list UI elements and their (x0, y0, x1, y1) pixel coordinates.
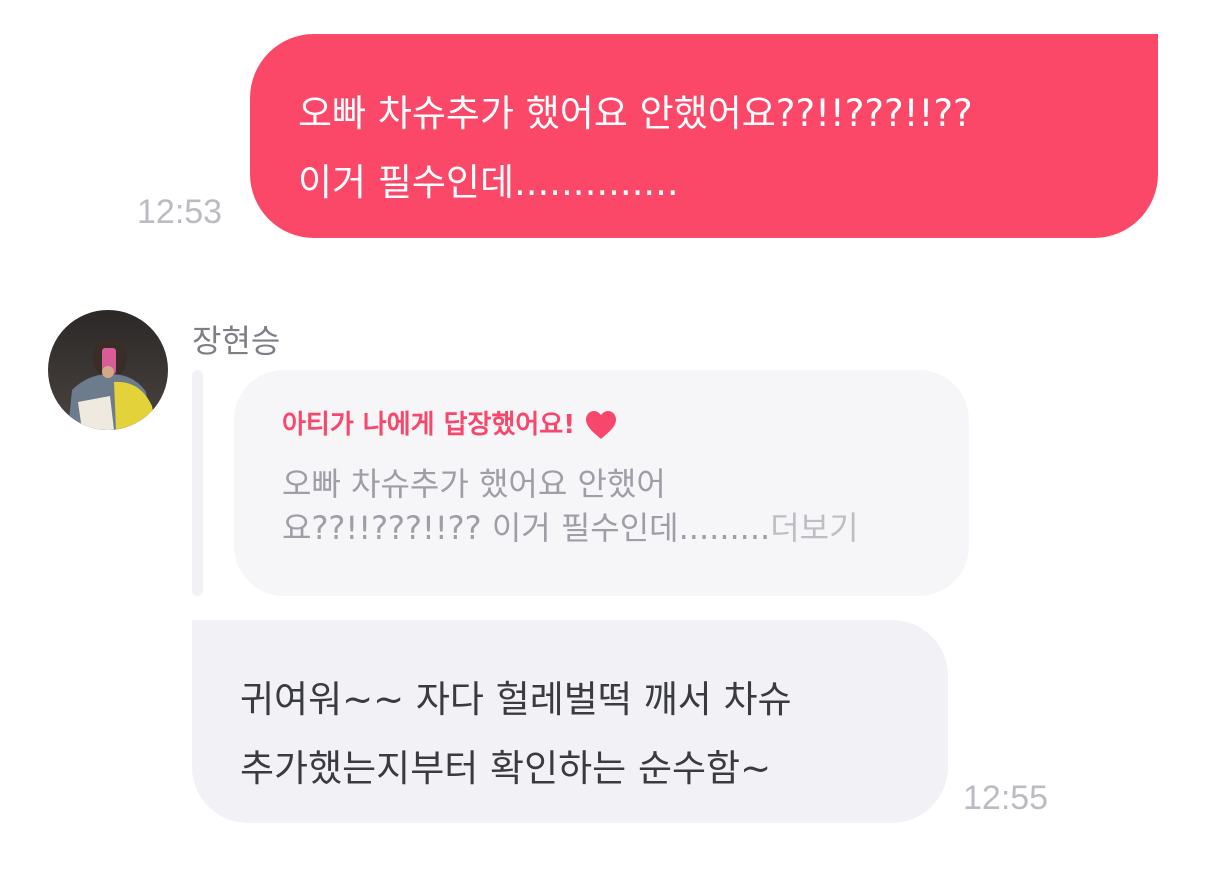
incoming-message-time: 12:55 (963, 779, 1049, 817)
reply-preview-line: 요??!!???!!?? 이거 필수인데.........더보기 (282, 506, 939, 550)
reply-card-header: 아티가 나에게 답장했어요! (282, 408, 939, 442)
reply-preview: 오빠 차슈추가 했어요 안했어 요??!!???!!?? 이거 필수인데....… (282, 462, 939, 550)
reply-preview-line: 오빠 차슈추가 했어요 안했어 (282, 465, 666, 503)
see-more-link[interactable]: 더보기 (770, 509, 858, 547)
outgoing-message-time: 12:53 (137, 193, 223, 231)
incoming-message-line: 추가했는지부터 확인하는 순수함~ (240, 747, 772, 790)
incoming-message-line: 귀여워~~ 자다 헐레벌떡 깨서 차슈 (240, 678, 792, 721)
reply-card-title: 아티가 나에게 답장했어요! (282, 410, 576, 440)
outgoing-message-bubble[interactable]: 오빠 차슈추가 했어요 안했어요??!!???!!?? 이거 필수인데.....… (250, 34, 1158, 238)
sender-avatar[interactable] (48, 310, 168, 430)
sender-name: 장현승 (192, 322, 281, 360)
reply-preview-text: 요??!!???!!?? 이거 필수인데......... (282, 509, 771, 547)
outgoing-message-line: 이거 필수인데.............. (298, 161, 679, 204)
heart-icon (586, 411, 617, 439)
outgoing-message-line: 오빠 차슈추가 했어요 안했어요??!!???!!?? (298, 92, 973, 135)
reply-card[interactable]: 아티가 나에게 답장했어요! 오빠 차슈추가 했어요 안했어 요??!!???!… (234, 370, 969, 596)
avatar-photo-icon (48, 310, 168, 430)
incoming-message-bubble[interactable]: 귀여워~~ 자다 헐레벌떡 깨서 차슈 추가했는지부터 확인하는 순수함~ (192, 620, 948, 823)
reply-quote-bar (192, 370, 203, 596)
